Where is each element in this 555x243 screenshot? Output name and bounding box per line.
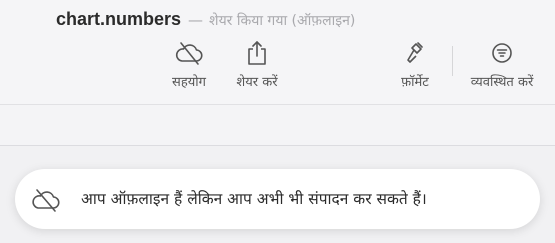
share-label: शेयर करें	[236, 75, 278, 90]
top-toolbar: chart.numbers — शेयर किया गया (ऑफ़लाइन) …	[0, 0, 555, 104]
share-status: शेयर किया गया (ऑफ़लाइन)	[209, 13, 356, 29]
collaborate-button[interactable]: सहयोग	[166, 40, 212, 98]
organize-label: व्यवस्थित करें	[470, 75, 534, 90]
document-name[interactable]: chart.numbers	[56, 9, 181, 30]
format-label: फ़ॉर्मेट	[401, 75, 429, 90]
title-separator: —	[188, 11, 204, 29]
share-icon	[246, 40, 268, 66]
paintbrush-icon	[404, 40, 426, 66]
format-button[interactable]: फ़ॉर्मेट	[388, 40, 442, 98]
share-button[interactable]: शेयर करें	[226, 40, 288, 98]
collaborate-label: सहयोग	[172, 75, 206, 90]
secondary-bar	[0, 105, 555, 145]
offline-notification[interactable]: आप ऑफ़लाइन हैं लेकिन आप अभी भी संपादन कर…	[15, 169, 540, 229]
filter-icon	[490, 40, 514, 66]
cloud-offline-icon	[174, 40, 204, 66]
toolbar-divider	[452, 46, 453, 76]
cloud-offline-icon	[30, 187, 62, 217]
offline-message: आप ऑफ़लाइन हैं लेकिन आप अभी भी संपादन कर…	[81, 190, 427, 208]
organize-button[interactable]: व्यवस्थित करें	[458, 40, 546, 98]
document-title-bar: chart.numbers — शेयर किया गया (ऑफ़लाइन)	[56, 9, 355, 33]
